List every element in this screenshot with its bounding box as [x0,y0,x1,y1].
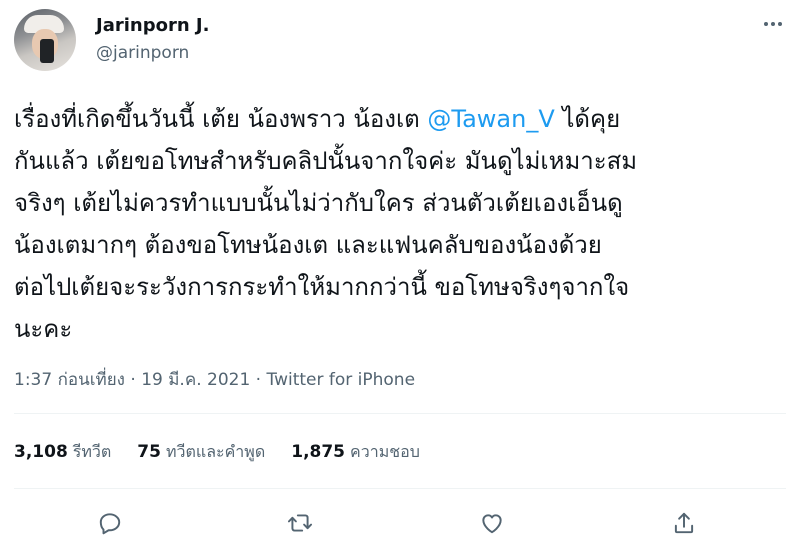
reply-button[interactable] [92,505,128,541]
quote-label: ทวีตและคำพูด [165,442,266,461]
heart-icon [482,514,502,534]
retweet-label: รีทวีต [72,442,112,461]
quote-count: 75 [137,442,161,462]
like-count: 1,875 [291,442,346,462]
tweet-text: เรื่องที่เกิดขึ้นวันนี้ เต้ย น้องพราว น้… [14,98,784,350]
like-label: ความชอบ [350,442,420,461]
retweet-stat[interactable]: 3,108 รีทวีต [14,440,111,465]
like-stat[interactable]: 1,875 ความชอบ [291,440,420,465]
divider [14,488,786,489]
retweet-button[interactable] [282,505,318,541]
share-icon [674,512,694,534]
display-name[interactable]: Jarinporn J. [96,15,209,36]
user-handle[interactable]: @jarinporn [96,43,189,63]
more-options-icon[interactable] [758,12,788,36]
avatar[interactable] [14,9,76,71]
divider [14,413,786,414]
quote-stat[interactable]: 75 ทวีตและคำพูด [137,440,265,465]
share-button[interactable] [666,505,702,541]
tweet-line: ต่อไปเต้ยจะระวังการกระทำให้มากกว่านี้ ขอ… [14,273,630,301]
avatar-phone [40,39,54,63]
tweet-line: น้องเตมากๆ ต้องขอโทษน้องเต และแฟนคลับของ… [14,231,602,259]
retweet-icon [287,514,313,532]
retweet-count: 3,108 [14,442,68,462]
tweet-line: กันแล้ว เต้ยขอโทษสำหรับคลิปนั้นจากใจค่ะ … [14,147,638,175]
action-bar [0,505,800,541]
tweet-timestamp[interactable]: 1:37 ก่อนเที่ยง · 19 มี.ค. 2021 · Twitte… [14,366,415,393]
like-button[interactable] [474,505,510,541]
mention-link[interactable]: @Tawan_V [427,105,554,133]
reply-icon [99,513,121,535]
tweet-line: นะคะ [14,315,73,343]
tweet-line: เรื่องที่เกิดขึ้นวันนี้ เต้ย น้องพราว น้… [14,105,621,133]
tweet-stats: 3,108 รีทวีต 75 ทวีตและคำพูด 1,875 ความชอบ [14,440,446,465]
tweet-line: จริงๆ เต้ยไม่ควรทำแบบนั้นไม่ว่ากับใคร ส่… [14,189,623,217]
